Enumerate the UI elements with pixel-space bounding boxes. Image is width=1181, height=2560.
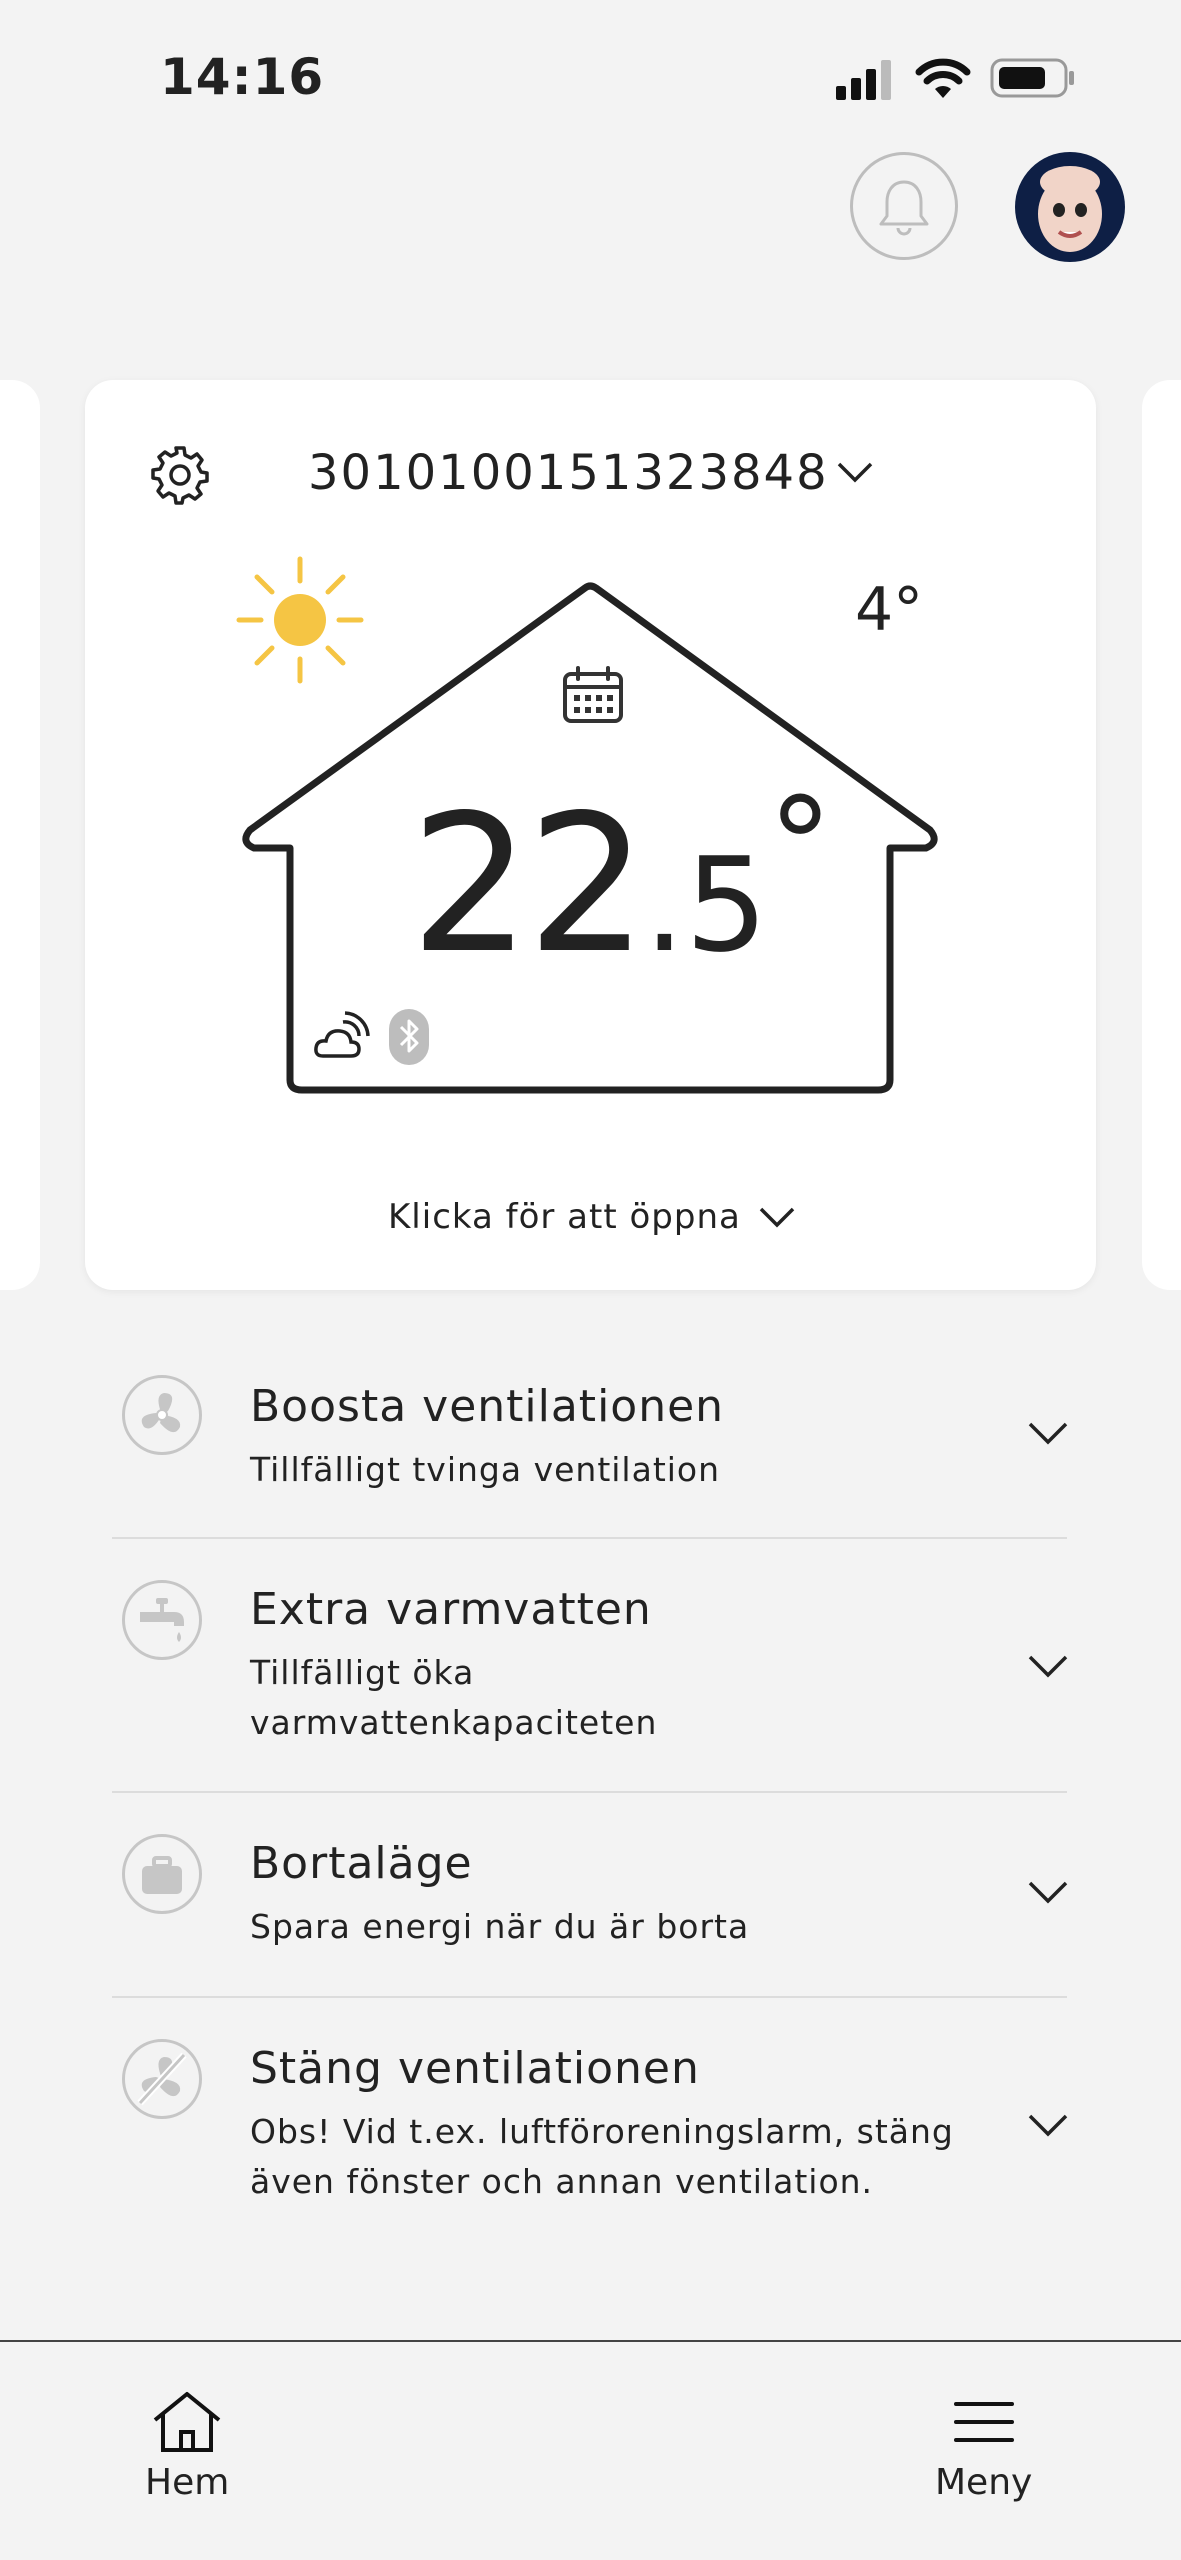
divider (112, 1996, 1067, 1998)
open-device-link[interactable]: Klicka för att öppna (388, 1197, 741, 1237)
action-subtitle-line1: Obs! Vid t.ex. luftföroreningslarm, stän… (250, 2112, 954, 2151)
temperature-decimal: .5 (643, 829, 768, 981)
fan-off-icon (137, 2052, 187, 2106)
faucet-icon (140, 1598, 184, 1642)
profile-avatar[interactable] (1015, 152, 1125, 262)
fan-icon-wrap (122, 1375, 202, 1455)
divider (112, 1537, 1067, 1539)
bell-icon (879, 180, 929, 236)
nav-menu[interactable]: Meny (935, 2390, 1032, 2503)
temperature-integer: 22 (410, 774, 648, 995)
indoor-temperature: 22.5° (410, 780, 833, 981)
settings-gear-icon[interactable] (150, 445, 210, 505)
faucet-icon-wrap (122, 1580, 202, 1660)
status-time: 14:16 (160, 48, 325, 106)
action-subtitle-line2: varmvattenkapaciteten (250, 1703, 658, 1742)
nav-menu-label: Meny (935, 2462, 1033, 2503)
suitcase-icon (142, 1856, 182, 1894)
temperature-degree: ° (767, 769, 833, 921)
fan-icon (141, 1393, 181, 1433)
boost-ventilation-row[interactable]: Boosta ventilationen Tillfälligt tvinga … (110, 1365, 1070, 1515)
chevron-down-icon[interactable] (1026, 1420, 1070, 1446)
menu-hamburger-icon (953, 2402, 1014, 2442)
next-device-card[interactable] (1142, 380, 1181, 1290)
action-subtitle-line2: även fönster och annan ventilation. (250, 2162, 874, 2201)
action-subtitle: Tillfälligt tvinga ventilation (250, 1450, 721, 1489)
bluetooth-icon (389, 1009, 429, 1065)
notifications-button[interactable] (850, 152, 958, 260)
action-title: Stäng ventilationen (250, 2043, 700, 2094)
device-id-selector[interactable]: 3010100151323848 (308, 445, 829, 501)
nav-home[interactable]: Hem (145, 2390, 229, 2503)
action-title: Extra varmvatten (250, 1584, 652, 1635)
chevron-down-icon[interactable] (757, 1205, 797, 1229)
action-title: Boosta ventilationen (250, 1381, 725, 1432)
stop-ventilation-row[interactable]: Stäng ventilationen Obs! Vid t.ex. luftf… (110, 2027, 1070, 2227)
nav-divider (0, 2340, 1181, 2342)
suitcase-icon-wrap (122, 1834, 202, 1914)
avatar-face-icon (1038, 166, 1102, 252)
action-subtitle: Spara energi när du är borta (250, 1907, 750, 1946)
fan-off-icon-wrap (122, 2039, 202, 2119)
wifi-icon (915, 58, 971, 98)
cellular-signal-icon (836, 60, 891, 100)
cloud-connection-icon (314, 1011, 370, 1058)
chevron-down-icon[interactable] (1026, 1879, 1070, 1905)
away-mode-row[interactable]: Bortaläge Spara energi när du är borta (110, 1822, 1070, 1972)
home-icon (153, 2392, 221, 2452)
chevron-down-icon[interactable] (1026, 2112, 1070, 2138)
chevron-down-icon[interactable] (1026, 1653, 1070, 1679)
extra-hot-water-row[interactable]: Extra varmvatten Tillfälligt öka varmvat… (110, 1568, 1070, 1768)
battery-icon (990, 58, 1074, 98)
action-subtitle-line1: Tillfälligt öka (250, 1653, 475, 1692)
chevron-down-icon[interactable] (835, 460, 875, 484)
schedule-calendar-icon[interactable] (560, 665, 626, 725)
divider (112, 1791, 1067, 1793)
nav-home-label: Hem (145, 2462, 230, 2503)
action-title: Bortaläge (250, 1838, 473, 1889)
previous-device-card[interactable] (0, 380, 40, 1290)
